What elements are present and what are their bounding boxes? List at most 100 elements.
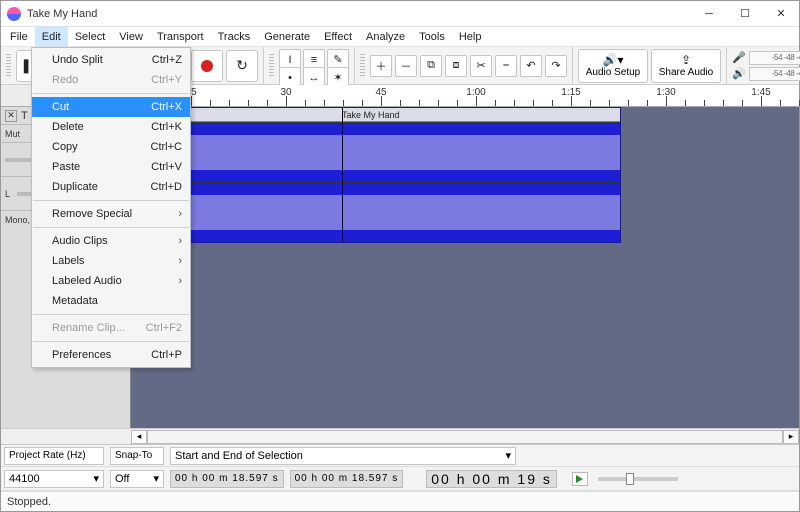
menu-generate[interactable]: Generate [257,27,317,46]
edit-redo[interactable]: RedoCtrl+Y [32,70,190,90]
scroll-left-button[interactable]: ◂ [131,430,147,444]
edit-group: ＋ － ⧉ ⧈ ✂ ⎯ ↶ ↷ [355,47,573,84]
zoom-out-button[interactable]: － [395,55,417,77]
submenu-arrow-icon: › [178,208,182,220]
menu-select[interactable]: Select [68,27,113,46]
edit-rename-clip-label: Rename Clip... [52,322,125,334]
edit-duplicate-shortcut: Ctrl+D [133,181,182,193]
menu-view[interactable]: View [112,27,150,46]
waveform-area[interactable]: Take My Hand [131,107,799,428]
menu-transport[interactable]: Transport [150,27,211,46]
edit-preferences[interactable]: PreferencesCtrl+P [32,345,190,365]
window-title: Take My Hand [27,8,691,20]
playback-meter[interactable]: -54 -48 -42 -36 -30 -24 -18 -12 -6 [749,67,800,81]
fit-selection-button[interactable]: ⧉ [420,55,442,77]
grip-icon[interactable] [6,54,11,78]
waveform-channel-2[interactable] [132,182,620,242]
snap-to-label: Snap-To [110,447,164,465]
share-audio-button[interactable]: ⇪ Share Audio [651,49,721,83]
share-icon: ⇪ [681,54,691,66]
playback-speed-slider[interactable] [598,477,678,481]
menu-help[interactable]: Help [452,27,489,46]
edit-copy-shortcut: Ctrl+C [133,141,182,153]
edit-redo-shortcut: Ctrl+Y [133,74,182,86]
separator [33,227,189,228]
project-rate-select[interactable]: 44100 ▾ [4,470,104,488]
fit-project-button[interactable]: ⧈ [445,55,467,77]
edit-delete-label: Delete [52,121,84,133]
timeline-ruler[interactable]: 1530451:001:151:301:45 [131,85,799,106]
edit-remove-special[interactable]: Remove Special› [32,204,190,224]
edit-labeled-audio[interactable]: Labeled Audio› [32,271,190,291]
submenu-arrow-icon: › [178,255,182,267]
menu-tracks[interactable]: Tracks [211,27,258,46]
separator [33,93,189,94]
selection-mode[interactable]: Start and End of Selection▾ [170,447,516,465]
menu-file[interactable]: File [3,27,35,46]
record-button[interactable] [191,50,223,82]
selection-start-time[interactable]: 00 h 00 m 18.597 s [170,470,284,488]
record-meter[interactable]: -54 -48 -42 -36 -30 -24 -18 -12 -6 [749,51,800,65]
edit-paste[interactable]: PasteCtrl+V [32,157,190,177]
mic-icon[interactable]: 🎤 [732,51,746,64]
maximize-button[interactable]: ☐ [727,1,763,26]
grip-icon[interactable] [269,54,274,78]
scroll-track[interactable] [147,430,783,444]
edit-metadata[interactable]: Metadata [32,291,190,311]
grip-icon[interactable] [360,54,365,78]
edit-delete-shortcut: Ctrl+K [133,121,182,133]
edit-labels[interactable]: Labels› [32,251,190,271]
redo-button[interactable]: ↷ [545,55,567,77]
audio-clip[interactable]: Take My Hand [131,107,621,243]
menu-effect[interactable]: Effect [317,27,359,46]
menu-edit[interactable]: Edit [35,27,68,46]
ruler-label: 1:15 [561,87,580,98]
track-close-icon[interactable]: ✕ [5,110,17,122]
menubar: File Edit Select View Transport Tracks G… [1,27,799,47]
edit-rename-clip[interactable]: Rename Clip...Ctrl+F2 [32,318,190,338]
scroll-right-button[interactable]: ▸ [783,430,799,444]
play-at-speed-button[interactable] [572,472,588,486]
minimize-button[interactable]: ─ [691,1,727,26]
separator [33,314,189,315]
menu-tools[interactable]: Tools [412,27,452,46]
snap-to-select[interactable]: Off▾ [110,470,164,488]
share-audio-label: Share Audio [659,68,714,78]
edit-paste-shortcut: Ctrl+V [133,161,182,173]
trim-button[interactable]: ✂ [470,55,492,77]
undo-button[interactable]: ↶ [520,55,542,77]
track-name: T [21,110,28,122]
app-window: Take My Hand ─ ☐ ✕ File Edit Select View… [0,0,800,512]
loop-button[interactable]: ↻ [226,50,258,82]
separator [33,200,189,201]
position-time[interactable]: 00 h 00 m 19 s [426,470,557,488]
edit-copy[interactable]: CopyCtrl+C [32,137,190,157]
zoom-in-button[interactable]: ＋ [370,55,392,77]
selection-label-row: Project Rate (Hz) Snap-To Start and End … [1,445,799,467]
project-rate-value: 44100 [9,473,40,485]
silence-button[interactable]: ⎯ [495,55,517,77]
speaker-meter-icon[interactable]: 🔊 [732,67,746,80]
close-button[interactable]: ✕ [763,1,799,26]
ruler-label: 1:30 [656,87,675,98]
status-bar: Stopped. [1,491,799,511]
waveform-channel-1[interactable] [132,122,620,182]
edit-cut[interactable]: CutCtrl+X [32,97,190,117]
audio-setup-button[interactable]: 🔊▾Audio Setup [578,49,648,83]
edit-audio-clips[interactable]: Audio Clips› [32,231,190,251]
edit-audio-clips-label: Audio Clips [52,235,108,247]
setup-group: 🔊▾Audio Setup ⇪ Share Audio [573,47,727,84]
app-icon [7,7,21,21]
dropdown-arrow-icon: ▾ [93,472,99,485]
clip-title[interactable]: Take My Hand [132,108,620,122]
horizontal-scrollbar[interactable]: ◂ ▸ [1,428,799,444]
slider-thumb-icon[interactable] [626,473,634,485]
menu-analyze[interactable]: Analyze [359,27,412,46]
ruler-label: 1:45 [751,87,770,98]
edit-undo[interactable]: Undo SplitCtrl+Z [32,50,190,70]
ruler-label: 1:00 [466,87,485,98]
edit-delete[interactable]: Delete Ctrl+K [32,117,190,137]
titlebar: Take My Hand ─ ☐ ✕ [1,1,799,27]
edit-duplicate[interactable]: DuplicateCtrl+D [32,177,190,197]
selection-end-time[interactable]: 00 h 00 m 18.597 s [290,470,404,488]
